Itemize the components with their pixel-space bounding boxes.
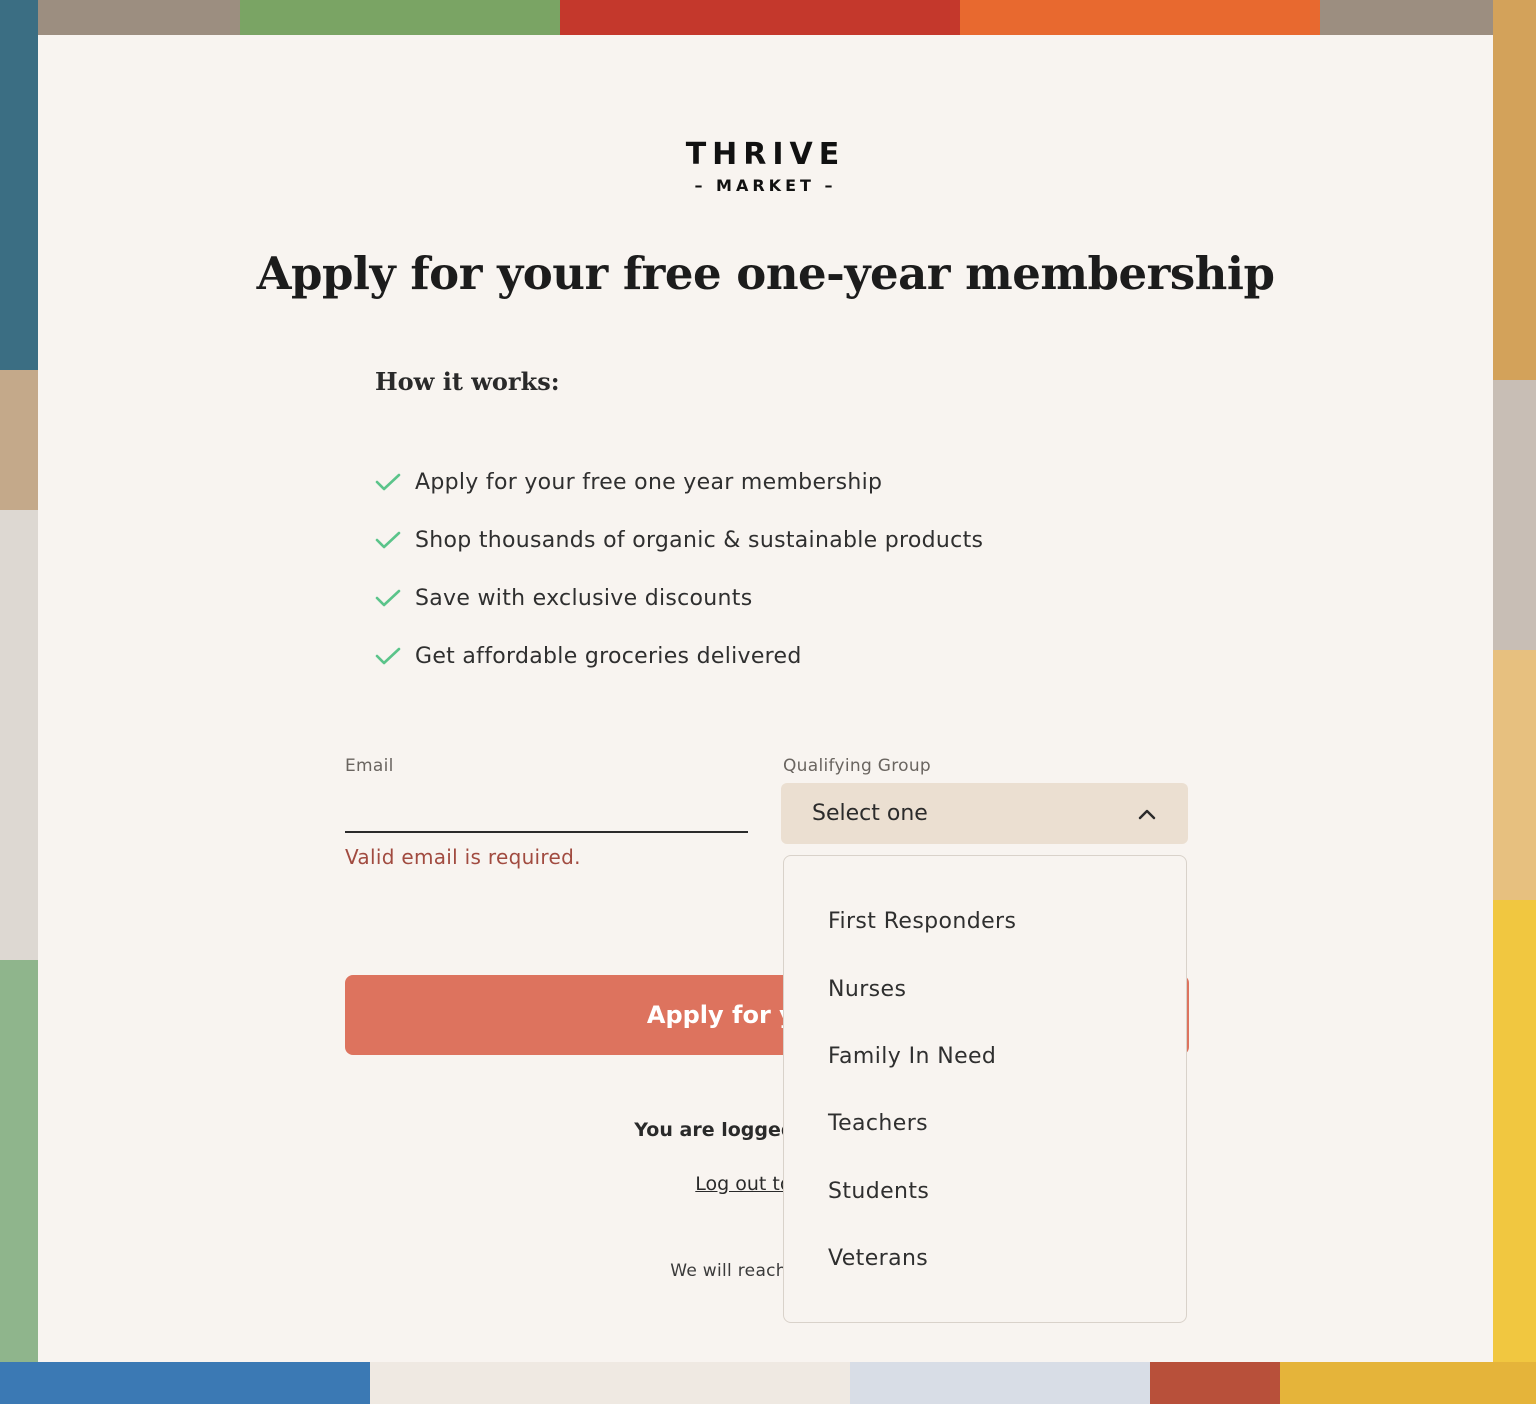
chevron-up-icon bbox=[1138, 809, 1156, 819]
reach-out-note: We will reach out to y bbox=[670, 1261, 861, 1281]
logged-in-status: You are logged in as: the bbox=[38, 1119, 1493, 1141]
logo-wordmark-top: THRIVE bbox=[685, 137, 846, 172]
select-value: Select one bbox=[812, 801, 928, 826]
membership-modal: THRIVE – MARKET – Apply for your free on… bbox=[38, 35, 1493, 1362]
page-title: Apply for your free one-year membership bbox=[256, 247, 1275, 300]
qualifying-group-dropdown: First Responders Nurses Family In Need T… bbox=[783, 855, 1187, 1323]
benefit-text: Save with exclusive discounts bbox=[415, 585, 753, 611]
qualifying-group-select[interactable]: Select one bbox=[781, 783, 1188, 844]
thrive-market-logo: THRIVE – MARKET – bbox=[38, 137, 1493, 195]
how-it-works-heading: How it works: bbox=[375, 367, 560, 396]
logout-row: Log out to swit bbox=[38, 1173, 1493, 1195]
dropdown-option[interactable]: Veterans bbox=[784, 1225, 1186, 1292]
dropdown-option[interactable]: First Responders bbox=[784, 888, 1186, 955]
check-icon bbox=[375, 473, 401, 491]
dropdown-option[interactable]: Nurses bbox=[784, 955, 1186, 1022]
dropdown-option[interactable]: Family In Need bbox=[784, 1023, 1186, 1090]
benefit-item: Apply for your free one year membership bbox=[375, 453, 983, 511]
qualifying-group-label: Qualifying Group bbox=[783, 756, 932, 776]
benefit-item: Save with exclusive discounts bbox=[375, 569, 983, 627]
benefit-item: Shop thousands of organic & sustainable … bbox=[375, 511, 983, 569]
logo-wordmark-bottom: – MARKET – bbox=[694, 176, 837, 195]
email-label: Email bbox=[345, 756, 394, 776]
check-icon bbox=[375, 589, 401, 607]
benefits-list: Apply for your free one year membership … bbox=[375, 453, 983, 685]
benefit-text: Apply for your free one year membership bbox=[415, 469, 883, 495]
email-error-message: Valid email is required. bbox=[345, 845, 581, 869]
check-icon bbox=[375, 647, 401, 665]
benefit-text: Get affordable groceries delivered bbox=[415, 643, 802, 669]
dropdown-option[interactable]: Students bbox=[784, 1158, 1186, 1225]
check-icon bbox=[375, 531, 401, 549]
benefit-item: Get affordable groceries delivered bbox=[375, 627, 983, 685]
dropdown-option[interactable]: Teachers bbox=[784, 1090, 1186, 1157]
email-field[interactable] bbox=[345, 787, 748, 833]
benefit-text: Shop thousands of organic & sustainable … bbox=[415, 527, 984, 553]
